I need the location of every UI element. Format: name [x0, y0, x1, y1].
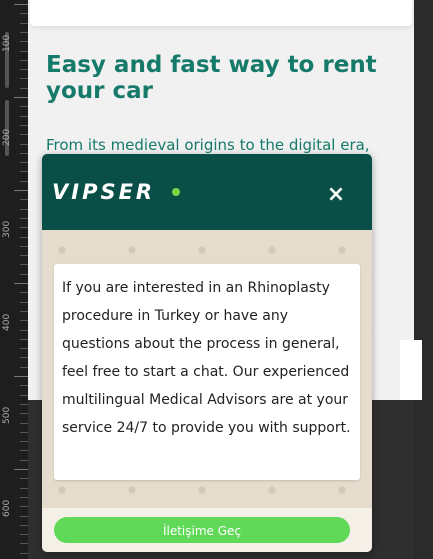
ruler-tick [20, 124, 28, 126]
ruler-tick [20, 134, 28, 136]
ruler-tick [14, 4, 28, 5]
logo-dot-icon [172, 188, 180, 196]
ruler-label-400: 400 [2, 313, 12, 331]
ruler-tick [20, 180, 28, 182]
ruler-tick [20, 59, 28, 61]
vipser-logo: VIPSER [52, 180, 156, 204]
ruler-tick [20, 87, 28, 89]
ruler-tick [20, 255, 28, 257]
ruler-tick [14, 283, 28, 284]
ruler-label-500: 500 [2, 406, 12, 424]
chat-message-text: If you are interested in an Rhinoplasty … [62, 280, 351, 436]
ruler-tick [20, 543, 28, 545]
contact-button[interactable]: İletişime Geç [54, 517, 350, 543]
ruler-tick [20, 143, 28, 145]
ruler-tick [20, 208, 28, 210]
ruler-tick [14, 97, 28, 98]
hero-text: From its medieval origins to the digital… [46, 136, 370, 154]
ruler-tick [20, 320, 28, 322]
ruler-tick [20, 413, 28, 415]
ruler-tick [20, 171, 28, 173]
ruler-tick [20, 22, 28, 24]
ruler-tick [20, 450, 28, 452]
ruler-tick [20, 50, 28, 52]
chat-header: VIPSER × [42, 154, 372, 230]
ruler-tick [20, 236, 28, 238]
close-button[interactable]: × [325, 184, 347, 206]
ruler-tick [20, 338, 28, 340]
ruler-tick [14, 376, 28, 377]
ruler-tick [20, 13, 28, 15]
ruler-tick [20, 227, 28, 229]
ruler-tick [20, 487, 28, 489]
ruler-tick [20, 301, 28, 303]
vertical-ruler[interactable]: 100 200 300 400 500 600 [0, 0, 29, 559]
ruler-tick [20, 217, 28, 219]
ruler-tick [20, 524, 28, 526]
ruler-tick [20, 273, 28, 275]
ruler-tick [20, 310, 28, 312]
ruler-tick [20, 348, 28, 350]
ruler-label-600: 600 [2, 499, 12, 517]
ruler-tick [20, 357, 28, 359]
chat-footer: İletişime Geç [42, 508, 372, 552]
ruler-tick [20, 264, 28, 266]
ruler-tick [20, 115, 28, 117]
ruler-tick [20, 245, 28, 247]
hero-title: Easy and fast way to rent your car [46, 52, 377, 104]
ruler-tick [14, 190, 28, 191]
ruler-tick [20, 478, 28, 480]
ruler-tick [14, 469, 28, 470]
ruler-tick [20, 199, 28, 201]
ruler-label-100: 100 [2, 34, 12, 52]
ruler-tick [20, 78, 28, 80]
ruler-tick [20, 506, 28, 508]
ruler-tick [20, 441, 28, 443]
ruler-label-200: 200 [2, 128, 12, 146]
ruler-tick [20, 69, 28, 71]
ruler-tick [20, 394, 28, 396]
ruler-tick [20, 431, 28, 433]
ruler-tick [20, 329, 28, 331]
chat-message-bubble: If you are interested in an Rhinoplasty … [54, 264, 360, 480]
ruler-tick [20, 106, 28, 108]
chat-body: If you are interested in an Rhinoplasty … [42, 230, 372, 508]
ruler-tick [20, 292, 28, 294]
ruler-tick [20, 366, 28, 368]
ruler-tick [20, 385, 28, 387]
content-card [400, 340, 422, 400]
ruler-tick [20, 162, 28, 164]
ruler-tick [20, 422, 28, 424]
top-card [30, 0, 412, 26]
ruler-tick [20, 515, 28, 517]
chat-widget: VIPSER × If you are interested in an Rhi… [42, 154, 372, 552]
ruler-tick [20, 552, 28, 554]
ruler-tick [20, 459, 28, 461]
ruler-tick [20, 403, 28, 405]
ruler-tick [20, 152, 28, 154]
ruler-tick [20, 496, 28, 498]
ruler-tick [20, 41, 28, 43]
ruler-tick [20, 31, 28, 33]
ruler-tick [20, 534, 28, 536]
ruler-label-300: 300 [2, 220, 12, 238]
